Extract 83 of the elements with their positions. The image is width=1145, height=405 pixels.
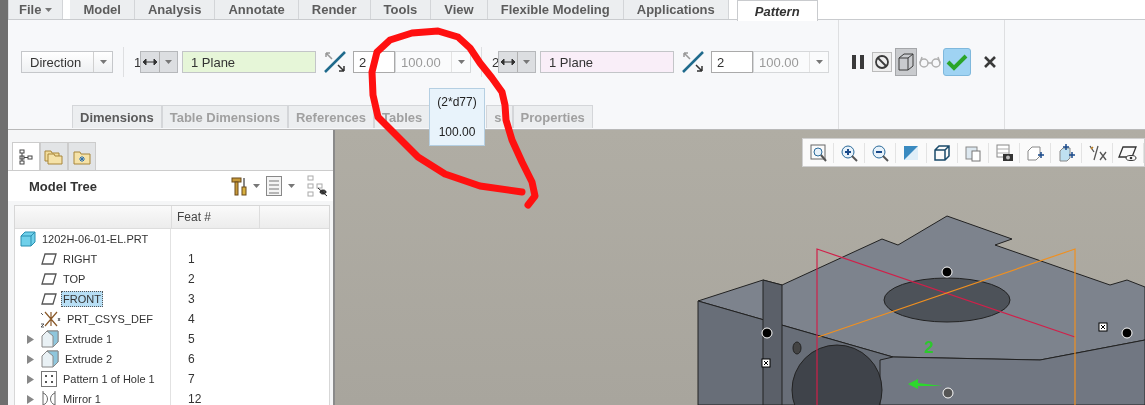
tooltip-text: (2*d77) [437, 95, 477, 109]
double-arrow-icon [500, 59, 515, 65]
extrude-icon [41, 350, 59, 368]
panel-tab[interactable]: Dimensions [72, 105, 162, 128]
pause-icon[interactable] [851, 54, 865, 70]
pattern-type-dropdown[interactable]: Direction [21, 51, 113, 73]
tools-icon[interactable] [231, 176, 247, 196]
drag-handle[interactable] [941, 266, 953, 278]
expand-arrow-icon[interactable] [26, 334, 34, 344]
column-header: Feat # [172, 206, 260, 228]
pattern-icon [41, 371, 57, 387]
caret-icon [522, 60, 530, 64]
drag-handle[interactable] [761, 327, 773, 339]
feature-number: 3 [188, 292, 195, 306]
mirror-icon [41, 391, 57, 405]
extrude-icon [41, 330, 59, 348]
plane-icon [41, 293, 57, 305]
ribbon-tab[interactable]: Flexible Modeling [487, 0, 624, 19]
double-arrow-icon [142, 59, 157, 65]
datum-plane-drawing[interactable] [816, 248, 1076, 405]
coordinate-system-icon [41, 310, 61, 328]
feature-number: 4 [188, 312, 195, 326]
tree-filter-icon[interactable] [307, 175, 329, 197]
feature-number: 6 [188, 352, 195, 366]
cube-icon [896, 52, 916, 72]
check-icon [946, 53, 968, 71]
caret-icon [457, 60, 465, 64]
ribbon-tab[interactable]: Applications [623, 0, 729, 19]
tree-item[interactable]: 1202H-06-01-EL.PRT [40, 231, 151, 247]
folders-icon [44, 147, 64, 166]
plane-icon [41, 273, 57, 285]
drag-handle[interactable] [942, 387, 954, 399]
feature-number: 7 [188, 372, 195, 386]
expand-arrow-icon[interactable] [26, 354, 34, 364]
ribbon-tab[interactable]: View [431, 0, 488, 19]
tree-view-icon [19, 148, 33, 165]
caret-icon [164, 60, 172, 64]
count-field[interactable]: 2 [711, 51, 753, 73]
tree-item[interactable]: TOP [61, 271, 88, 287]
feature-number: 5 [188, 332, 195, 346]
caret-icon [99, 60, 107, 64]
anchor-handle[interactable] [761, 358, 771, 368]
ribbon-tab[interactable]: Render [298, 0, 371, 19]
plane-icon [41, 253, 57, 265]
ribbon-tab[interactable]: Model [70, 0, 135, 19]
flip-direction-icon[interactable] [323, 50, 347, 74]
flip-direction-icon[interactable] [681, 50, 705, 74]
feature-number: 2 [188, 272, 195, 286]
expand-arrow-icon[interactable] [26, 394, 34, 404]
direction-type-button[interactable] [498, 51, 536, 73]
tree-item[interactable]: RIGHT [61, 251, 100, 267]
preview-button[interactable] [895, 48, 917, 76]
caret-icon [815, 60, 823, 64]
ribbon-tab[interactable]: Tools [370, 0, 432, 19]
ribbon-tab[interactable]: Analysis [134, 0, 216, 19]
drag-handle[interactable] [1121, 327, 1133, 339]
folder-star-icon [73, 148, 91, 165]
tree-item[interactable]: Extrude 2 [63, 351, 115, 367]
list-icon[interactable] [266, 176, 282, 196]
tree-item[interactable]: Mirror 1 [61, 391, 103, 405]
tree-item[interactable]: Pattern 1 of Hole 1 [61, 371, 157, 387]
dropdown-caret-icon [288, 184, 295, 188]
tooltip-text: 100.00 [438, 125, 476, 139]
reference-collector[interactable]: 1 Plane [540, 51, 674, 73]
tree-item[interactable]: Extrude 1 [63, 331, 115, 347]
menu-tab[interactable]: File [8, 0, 64, 19]
close-icon[interactable] [984, 56, 996, 68]
panel-title: Model Tree [29, 178, 98, 194]
ribbon-tab[interactable]: Pattern [736, 0, 818, 21]
expand-arrow-icon[interactable] [26, 374, 34, 384]
tree-item[interactable]: PRT_CSYS_DEF [65, 311, 155, 327]
feature-number: 12 [188, 392, 202, 405]
part-cube-icon [20, 231, 36, 247]
tree-item[interactable]: FRONT [61, 291, 103, 307]
reference-collector[interactable]: 1 Plane [182, 51, 316, 73]
anchor-handle[interactable] [1098, 322, 1108, 332]
direction-type-button[interactable] [140, 51, 178, 73]
ribbon-tab[interactable]: Annotate [215, 0, 299, 19]
feature-number: 1 [188, 252, 195, 266]
caret-icon [45, 7, 53, 12]
stop-icon[interactable] [872, 52, 892, 72]
panel-icon-tab[interactable] [12, 142, 40, 170]
dropdown-caret-icon [253, 184, 260, 188]
